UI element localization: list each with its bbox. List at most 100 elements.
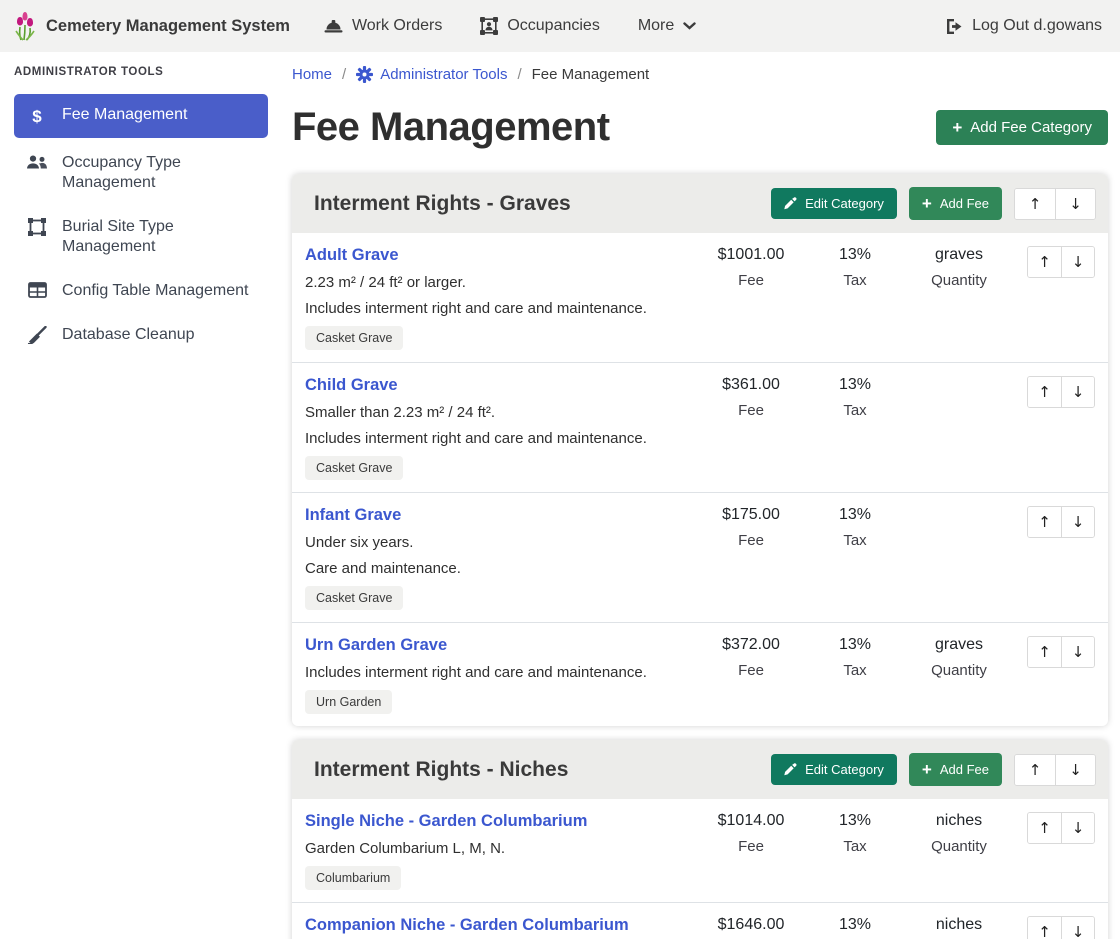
fee-tax-column: 13% Tax xyxy=(803,246,907,289)
breadcrumb-separator: / xyxy=(342,66,346,83)
edit-category-button[interactable]: Edit Category xyxy=(771,188,897,219)
fee-name-link[interactable]: Child Grave xyxy=(305,376,398,395)
fee-amount: $1014.00 xyxy=(699,812,803,830)
sidebar-item-config-table-management[interactable]: Config Table Management xyxy=(14,272,268,310)
move-category-down-button[interactable]: ↓ xyxy=(1055,755,1095,785)
fee-row: Child Grave Smaller than 2.23 m² / 24 ft… xyxy=(292,363,1108,493)
fee-name-link[interactable]: Urn Garden Grave xyxy=(305,636,447,655)
fee-row: Urn Garden Grave Includes interment righ… xyxy=(292,623,1108,726)
move-category-down-button[interactable]: ↓ xyxy=(1055,189,1095,219)
fee-amount-column: $1646.00 Fee xyxy=(699,916,803,939)
fee-reorder-group: ↑ ↓ xyxy=(1027,812,1095,844)
move-fee-down-button[interactable]: ↓ xyxy=(1061,813,1094,843)
fee-description: 2.23 m² / 24 ft² or larger. xyxy=(305,274,699,291)
broom-icon xyxy=(26,326,48,344)
fee-tax-label: Tax xyxy=(803,838,907,855)
breadcrumb-separator: / xyxy=(517,66,521,83)
fee-tax-label: Tax xyxy=(803,272,907,289)
category-title: Interment Rights - Niches xyxy=(314,758,771,782)
fee-amount: $1646.00 xyxy=(699,916,803,934)
fee-description: Under six years. xyxy=(305,534,699,551)
breadcrumb: Home / Administrator Tool xyxy=(292,66,1108,83)
plus-icon: + xyxy=(922,761,932,778)
move-fee-down-button[interactable]: ↓ xyxy=(1061,637,1094,667)
nav-work-orders[interactable]: Work Orders xyxy=(324,17,442,35)
move-fee-up-button[interactable]: ↑ xyxy=(1028,247,1061,277)
sidebar-item-occupancy-type-management[interactable]: Occupancy Type Management xyxy=(14,144,268,202)
fee-quantity: niches xyxy=(907,916,1011,934)
move-fee-down-button[interactable]: ↓ xyxy=(1061,917,1094,939)
fee-quantity-label: Quantity xyxy=(907,662,1011,679)
logout-button[interactable]: Log Out d.gowans xyxy=(945,17,1102,35)
fee-reorder-group: ↑ ↓ xyxy=(1027,506,1095,538)
fee-name-link[interactable]: Companion Niche - Garden Columbarium xyxy=(305,916,629,935)
edit-category-button[interactable]: Edit Category xyxy=(771,754,897,785)
fee-rows: Adult Grave 2.23 m² / 24 ft² or larger. I… xyxy=(292,233,1108,726)
fee-description: Includes interment right and care and ma… xyxy=(305,664,699,681)
fee-quantity-column xyxy=(907,376,1011,384)
fee-name-link[interactable]: Adult Grave xyxy=(305,246,399,265)
fee-amount-label: Fee xyxy=(699,402,803,419)
move-fee-down-button[interactable]: ↓ xyxy=(1061,507,1094,537)
move-fee-up-button[interactable]: ↑ xyxy=(1028,377,1061,407)
category-reorder-group: ↑ ↓ xyxy=(1014,754,1096,786)
fee-amount-column: $1001.00 Fee xyxy=(699,246,803,289)
nav-occupancies[interactable]: Occupancies xyxy=(480,17,600,35)
sidebar-item-database-cleanup[interactable]: Database Cleanup xyxy=(14,316,268,354)
move-fee-down-button[interactable]: ↓ xyxy=(1061,247,1094,277)
fee-amount-column: $175.00 Fee xyxy=(699,506,803,549)
move-fee-up-button[interactable]: ↑ xyxy=(1028,813,1061,843)
fee-name-link[interactable]: Single Niche - Garden Columbarium xyxy=(305,812,587,831)
gear-icon xyxy=(356,66,373,83)
fee-amount: $372.00 xyxy=(699,636,803,654)
move-category-up-button[interactable]: ↑ xyxy=(1015,189,1055,219)
table-icon xyxy=(26,282,48,298)
fee-amount-label: Fee xyxy=(699,272,803,289)
fee-descriptions: Garden Columbarium L, M, N. xyxy=(305,840,699,857)
fee-tax-label: Tax xyxy=(803,532,907,549)
move-fee-up-button[interactable]: ↑ xyxy=(1028,637,1061,667)
nav-more[interactable]: More xyxy=(638,17,696,35)
top-navbar: Cemetery Management System Work Orders xyxy=(0,0,1120,52)
fee-tax: 13% xyxy=(803,636,907,654)
fee-quantity-column: niches Quantity xyxy=(907,812,1011,855)
fee-rows: Single Niche - Garden Columbarium Garden… xyxy=(292,799,1108,939)
move-fee-up-button[interactable]: ↑ xyxy=(1028,917,1061,939)
sidebar-item-fee-management[interactable]: $ Fee Management xyxy=(14,94,268,138)
app-brand: Cemetery Management System xyxy=(12,11,290,41)
fee-tag: Urn Garden xyxy=(305,690,392,714)
plus-icon: + xyxy=(952,119,962,136)
fee-description: Care and maintenance. xyxy=(305,560,699,577)
fee-row: Companion Niche - Garden Columbarium Gar… xyxy=(292,903,1108,939)
top-nav: Work Orders Occupancies More xyxy=(324,17,696,35)
fee-quantity: niches xyxy=(907,812,1011,830)
fee-description: Includes interment right and care and ma… xyxy=(305,300,699,317)
fee-quantity-column: graves Quantity xyxy=(907,636,1011,679)
fee-amount: $175.00 xyxy=(699,506,803,524)
fee-tax: 13% xyxy=(803,246,907,264)
fee-amount: $1001.00 xyxy=(699,246,803,264)
fee-tax-label: Tax xyxy=(803,402,907,419)
add-fee-button[interactable]: + Add Fee xyxy=(909,753,1002,786)
breadcrumb-admin-tools-link[interactable]: Administrator Tools xyxy=(356,66,507,83)
breadcrumb-home-link[interactable]: Home xyxy=(292,66,332,83)
fee-descriptions: 2.23 m² / 24 ft² or larger. Includes inte… xyxy=(305,274,699,317)
fee-tax: 13% xyxy=(803,376,907,394)
fee-name-link[interactable]: Infant Grave xyxy=(305,506,401,525)
fee-tax: 13% xyxy=(803,812,907,830)
add-fee-button[interactable]: + Add Fee xyxy=(909,187,1002,220)
fee-row: Infant Grave Under six years. Care and ma… xyxy=(292,493,1108,623)
add-fee-category-button[interactable]: + Add Fee Category xyxy=(936,110,1108,145)
fee-quantity-label: Quantity xyxy=(907,838,1011,855)
chevron-down-icon xyxy=(683,22,696,30)
move-fee-up-button[interactable]: ↑ xyxy=(1028,507,1061,537)
move-fee-down-button[interactable]: ↓ xyxy=(1061,377,1094,407)
plus-icon: + xyxy=(922,195,932,212)
move-category-up-button[interactable]: ↑ xyxy=(1015,755,1055,785)
fee-tag: Casket Grave xyxy=(305,586,403,610)
sidebar-item-burial-site-type-management[interactable]: Burial Site Type Management xyxy=(14,208,268,266)
fee-amount-column: $1014.00 Fee xyxy=(699,812,803,855)
fee-category-list: Interment Rights - Graves Edit Category … xyxy=(292,174,1108,939)
fee-amount-label: Fee xyxy=(699,838,803,855)
fee-tax-column: 13% Tax xyxy=(803,916,907,939)
